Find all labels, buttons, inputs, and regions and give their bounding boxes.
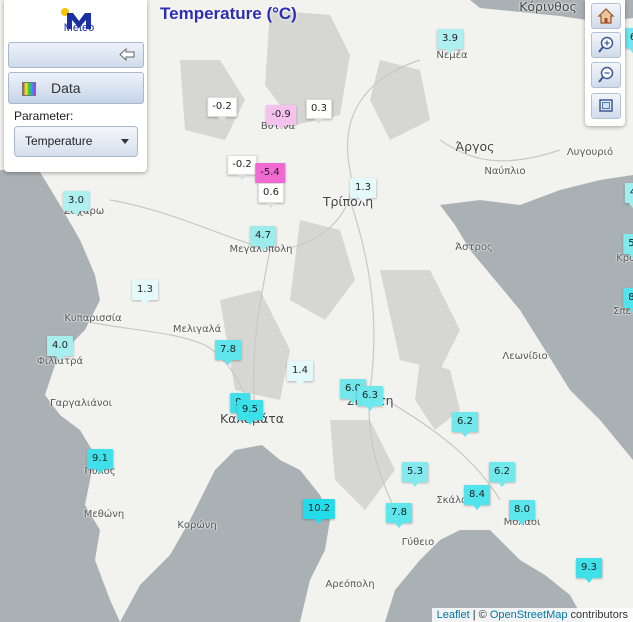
temperature-marker[interactable]: 4 <box>624 183 633 208</box>
temperature-marker[interactable]: 3.0 <box>63 191 89 216</box>
temperature-marker[interactable]: 1.4 <box>287 361 313 386</box>
temperature-marker[interactable]: 7.8 <box>386 503 412 528</box>
parameter-label: Parameter: <box>14 109 74 123</box>
ionian-sea <box>0 170 120 622</box>
temperature-marker[interactable]: 8.4 <box>464 485 490 510</box>
temperature-marker[interactable]: 1.3 <box>350 178 376 203</box>
zoom-out-button[interactable] <box>591 62 621 88</box>
temperature-marker[interactable]: 9.5 <box>237 400 263 425</box>
place-label: Άργος <box>455 139 495 154</box>
temperature-marker[interactable]: 8.0 <box>509 500 535 525</box>
temperature-marker[interactable]: 6 <box>624 28 633 53</box>
place-label: Άστρος <box>455 242 493 253</box>
place-label: Μελιγαλά <box>172 324 222 335</box>
terrain-patches <box>180 10 460 510</box>
temperature-marker[interactable]: -5.4 <box>255 163 285 188</box>
temperature-marker[interactable]: 6.2 <box>452 412 478 437</box>
temperature-marker[interactable]: 7.8 <box>215 340 241 365</box>
map-attribution: Leaflet | © OpenStreetMap contributors <box>431 608 633 622</box>
place-label: Λυγουριό <box>566 147 614 158</box>
temperature-marker[interactable]: 4.0 <box>47 336 73 361</box>
temperature-marker[interactable]: 5.3 <box>402 462 428 487</box>
map-title: Temperature (°C) <box>160 4 297 23</box>
temperature-marker[interactable]: 1.3 <box>132 280 158 305</box>
temperature-marker[interactable]: 4.7 <box>250 226 276 251</box>
place-label: Κορώνη <box>177 520 217 531</box>
color-scale-icon <box>22 82 36 96</box>
temperature-marker[interactable]: 10.2 <box>302 499 336 524</box>
attribution-contributors: contributors <box>567 609 628 621</box>
place-label: Γύθειο <box>401 537 435 548</box>
zoom-out-icon <box>598 66 614 83</box>
place-label: Σκάλα <box>436 495 468 506</box>
messinian-gulf <box>120 445 330 622</box>
arrow-left-icon <box>119 48 135 61</box>
zoom-in-button[interactable] <box>591 32 621 58</box>
temperature-marker[interactable]: 0.3 <box>306 99 332 124</box>
data-button-label: Data <box>51 80 81 96</box>
temperature-marker[interactable]: -0.9 <box>266 105 296 130</box>
parameter-select[interactable]: Temperature <box>14 126 138 157</box>
place-label: Λεωνίδιο <box>502 351 548 362</box>
data-button[interactable]: Data <box>8 72 144 104</box>
temperature-marker[interactable]: 8. <box>623 288 633 313</box>
osm-link[interactable]: OpenStreetMap <box>490 609 568 621</box>
temperature-marker[interactable]: -0.2 <box>207 97 237 122</box>
home-button[interactable] <box>591 3 621 29</box>
place-label: Ναύπλιο <box>484 166 526 177</box>
place-label: Γαργαλιάνοι <box>49 398 113 409</box>
temperature-marker[interactable]: 9.3 <box>576 558 602 583</box>
control-panel: Meteo Data Parameter: Temperature <box>4 0 147 172</box>
place-label: Κόρινθος <box>519 0 577 14</box>
temperature-marker[interactable]: 6.2 <box>489 462 515 487</box>
fit-extent-icon <box>599 99 613 112</box>
home-icon <box>597 8 615 24</box>
fit-extent-button[interactable] <box>591 93 621 119</box>
place-label: Αρεόπολη <box>325 579 375 590</box>
parameter-select-value: Temperature <box>25 134 93 148</box>
map-controls <box>585 0 625 126</box>
temperature-marker[interactable]: 5. <box>623 234 633 259</box>
zoom-in-icon <box>598 36 614 53</box>
temperature-marker[interactable]: 3.9 <box>437 29 463 54</box>
place-label: Κυπαρισσία <box>64 313 122 324</box>
collapse-panel-button[interactable] <box>8 42 144 68</box>
attribution-separator: | © <box>469 609 490 621</box>
leaflet-link[interactable]: Leaflet <box>437 609 470 621</box>
temperature-marker[interactable]: 9.1 <box>87 449 113 474</box>
logo-text: Meteo <box>63 22 95 34</box>
chevron-down-icon <box>121 139 129 144</box>
temperature-marker[interactable]: 6.3 <box>357 386 383 411</box>
place-label: Μεθώνη <box>83 509 125 520</box>
temperature-marker[interactable]: -0.2 <box>227 155 257 180</box>
temperature-marker[interactable]: 0.6 <box>258 183 284 208</box>
